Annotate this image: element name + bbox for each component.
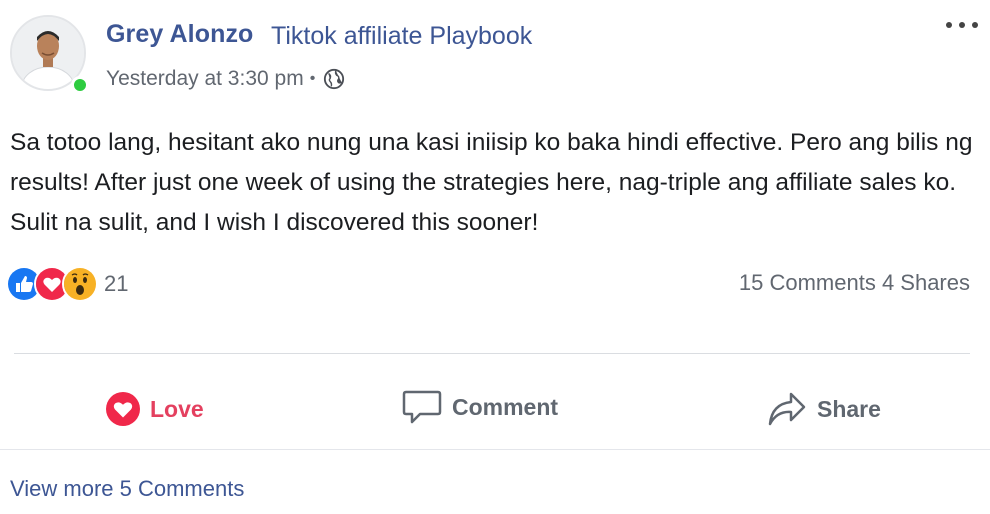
dot-icon (972, 22, 978, 28)
dot-icon (946, 22, 952, 28)
reaction-summary[interactable]: 21 (6, 266, 128, 302)
love-button[interactable]: Love (106, 392, 204, 426)
author-name[interactable]: Grey Alonzo (106, 20, 253, 49)
love-icon (106, 392, 140, 426)
wow-icon (62, 266, 98, 302)
post-body: Sa totoo lang, hesitant ako nung una kas… (10, 129, 973, 236)
share-label: Share (817, 395, 881, 422)
dot-icon (959, 22, 965, 28)
divider (0, 449, 990, 450)
timestamp[interactable]: Yesterday at 3:30 pm (106, 67, 304, 91)
reaction-count: 21 (104, 271, 129, 296)
share-button[interactable]: Share (767, 390, 881, 428)
group-name[interactable]: Tiktok affiliate Playbook (271, 22, 532, 51)
comment-label: Comment (452, 393, 559, 420)
post-meta: Yesterday at 3:30 pm • (106, 67, 345, 91)
comment-button[interactable]: Comment (402, 387, 558, 427)
love-label: Love (150, 395, 204, 422)
more-options-button[interactable] (946, 14, 978, 36)
meta-separator: • (309, 70, 316, 87)
share-icon (768, 392, 806, 426)
divider (14, 353, 970, 354)
comment-icon (402, 390, 442, 424)
globe-icon[interactable] (323, 68, 345, 90)
online-status-indicator (71, 76, 89, 94)
comments-shares-count[interactable]: 15 Comments 4 Shares (739, 270, 970, 296)
view-more-comments-link[interactable]: View more 5 Comments (10, 476, 244, 502)
